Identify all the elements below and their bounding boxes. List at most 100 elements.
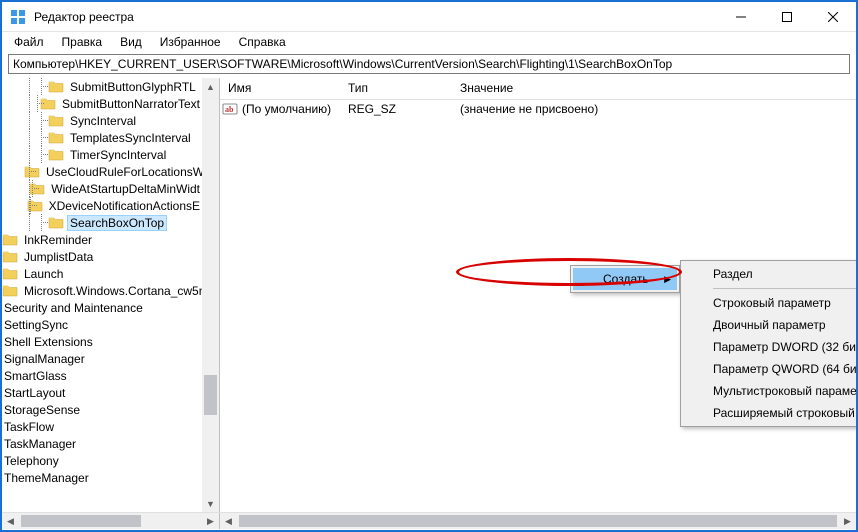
ctx-new-key-label: Раздел [713,267,753,281]
ctx-new-dword[interactable]: Параметр DWORD (32 бита) [683,336,856,358]
close-button[interactable] [810,2,856,32]
column-type[interactable]: Тип [340,78,452,99]
tree-item[interactable]: StartLayout [2,384,202,401]
ctx-new-key[interactable]: Раздел [683,263,856,285]
scroll-up-icon[interactable]: ▲ [202,78,219,95]
scroll-thumb[interactable] [204,375,217,415]
tree-item[interactable]: SubmitButtonNarratorText [2,95,202,112]
tree-item[interactable]: XDeviceNotificationActionsE [2,197,202,214]
menu-favorites[interactable]: Избранное [152,34,229,50]
tree-connector [36,214,48,231]
folder-icon [48,131,64,144]
folder-icon [2,233,18,246]
tree-item[interactable]: SearchBoxOnTop [2,214,202,231]
minimize-button[interactable] [718,2,764,32]
tree-item[interactable]: WideAtStartupDeltaMinWidt [2,180,202,197]
list-row[interactable]: ab (По умолчанию) REG_SZ (значение не пр… [220,100,856,117]
tree-item[interactable]: SettingSync [2,316,202,333]
scroll-track[interactable] [19,513,202,529]
tree-horizontal-scrollbar[interactable]: ◀ ▶ [2,513,220,529]
tree-item-label: SmartGlass [2,369,69,383]
tree-connector [24,95,32,112]
ctx-new-expand-label: Расширяемый строковый параметр [713,406,856,420]
tree-item-label: Shell Extensions [2,335,95,349]
string-value-icon: ab [222,101,238,117]
folder-icon [2,284,18,297]
scroll-left-icon[interactable]: ◀ [2,513,19,530]
column-name[interactable]: Имя [220,78,340,99]
menu-edit[interactable]: Правка [54,34,111,50]
list-horizontal-scrollbar[interactable]: ◀ ▶ [220,513,856,529]
scroll-down-icon[interactable]: ▼ [202,495,219,512]
tree-connector [25,197,26,214]
tree-item[interactable]: Telephony [2,452,202,469]
address-text: Компьютер\HKEY_CURRENT_USER\SOFTWARE\Mic… [13,57,672,71]
tree-item[interactable]: SignalManager [2,350,202,367]
context-submenu-create[interactable]: Раздел Строковый параметр Двоичный парам… [680,260,856,427]
scroll-thumb[interactable] [21,515,141,527]
tree-connector [27,180,30,197]
tree-item[interactable]: JumplistData [2,248,202,265]
tree[interactable]: SubmitButtonGlyphRTL SubmitButtonNarrato… [2,78,202,486]
tree-item[interactable]: Microsoft.Windows.Cortana_cw5n [2,282,202,299]
tree-item[interactable]: ThemeManager [2,469,202,486]
tree-item-label: UseCloudRuleForLocationsW [44,165,202,179]
scroll-right-icon[interactable]: ▶ [839,513,856,530]
tree-item[interactable]: Security and Maintenance [2,299,202,316]
tree-item-label: Launch [22,267,65,281]
tree-item[interactable]: InkReminder [2,231,202,248]
tree-item-label: TaskFlow [2,420,56,434]
scroll-track[interactable] [237,513,839,529]
tree-item[interactable]: UseCloudRuleForLocationsW [2,163,202,180]
ctx-create[interactable]: Создать ▶ [573,268,677,290]
svg-text:ab: ab [225,105,234,114]
menubar: Файл Правка Вид Избранное Справка [2,32,856,52]
menu-file[interactable]: Файл [6,34,52,50]
tree-item[interactable]: TemplatesSyncInterval [2,129,202,146]
ctx-new-string[interactable]: Строковый параметр [683,292,856,314]
context-menu[interactable]: Создать ▶ [570,265,680,293]
tree-item[interactable]: TaskManager [2,435,202,452]
tree-item[interactable]: TaskFlow [2,418,202,435]
tree-item[interactable]: Launch [2,265,202,282]
ctx-new-multi[interactable]: Мультистроковый параметр [683,380,856,402]
maximize-button[interactable] [764,2,810,32]
tree-item-label: SyncInterval [68,114,138,128]
app-icon [10,9,26,25]
tree-item[interactable]: TimerSyncInterval [2,146,202,163]
ctx-new-expand[interactable]: Расширяемый строковый параметр [683,402,856,424]
tree-item-label: WideAtStartupDeltaMinWidt [49,182,202,196]
scroll-left-icon[interactable]: ◀ [220,513,237,530]
ctx-new-qword[interactable]: Параметр QWORD (64 бита) [683,358,856,380]
ctx-new-dword-label: Параметр DWORD (32 бита) [713,340,856,354]
tree-item-label: JumplistData [22,250,95,264]
list-pane: Имя Тип Значение ab (По умолчанию) REG_S… [220,78,856,512]
tree-connector [36,78,48,95]
scroll-right-icon[interactable]: ▶ [202,513,219,530]
scroll-track[interactable] [202,95,219,495]
tree-connector [36,112,48,129]
folder-icon [48,148,64,161]
folder-icon [2,267,18,280]
tree-item[interactable]: SubmitButtonGlyphRTL [2,78,202,95]
tree-connector [24,112,36,129]
tree-item-label: TimerSyncInterval [68,148,168,162]
tree-item[interactable]: Shell Extensions [2,333,202,350]
row-value: (значение не присвоено) [452,102,856,116]
horizontal-scrollbars: ◀ ▶ ◀ ▶ [2,512,856,529]
menu-view[interactable]: Вид [112,34,150,50]
tree-item-label: InkReminder [22,233,94,247]
column-value[interactable]: Значение [452,78,856,99]
tree-item[interactable]: SmartGlass [2,367,202,384]
menu-help[interactable]: Справка [231,34,294,50]
tree-connector [24,129,36,146]
row-type: REG_SZ [340,102,452,116]
address-bar[interactable]: Компьютер\HKEY_CURRENT_USER\SOFTWARE\Mic… [8,54,850,74]
tree-vertical-scrollbar[interactable]: ▲ ▼ [202,78,219,512]
folder-icon [48,80,64,93]
tree-item[interactable]: SyncInterval [2,112,202,129]
ctx-new-binary[interactable]: Двоичный параметр [683,314,856,336]
scroll-thumb[interactable] [239,515,837,527]
tree-item[interactable]: StorageSense [2,401,202,418]
tree-item-label: SearchBoxOnTop [68,216,166,230]
